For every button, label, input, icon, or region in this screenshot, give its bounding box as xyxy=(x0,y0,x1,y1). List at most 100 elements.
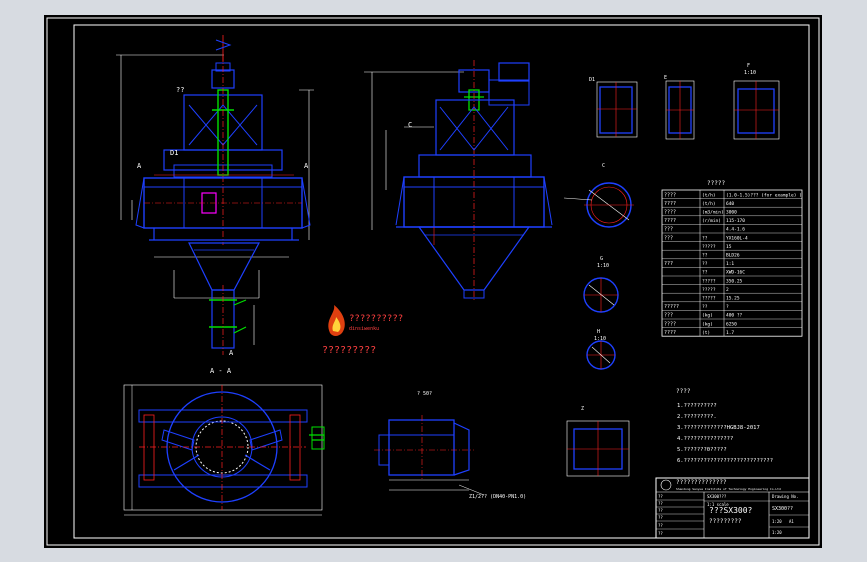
drawing-subtitle: ????????? xyxy=(709,518,742,525)
title-cell-5: A1 xyxy=(789,519,794,524)
spec-row-value: 640 xyxy=(726,201,734,207)
spec-row-unit: (t/h) xyxy=(702,201,716,207)
note-item: 4.??????????????? xyxy=(677,436,733,442)
spec-row-unit: (r/min) xyxy=(702,218,721,224)
spec-row-unit: ?? xyxy=(702,253,708,259)
spec-row-unit: (kg) xyxy=(702,321,713,327)
section-a-a-title: A - A xyxy=(210,367,232,375)
section-mark-a-left: A xyxy=(137,162,142,170)
title-row-label-5: ?? xyxy=(658,523,663,528)
title-cell-4: 1:20 xyxy=(772,519,782,524)
spec-row-name: ??? xyxy=(664,227,673,233)
spec-row-value: 1:1 xyxy=(726,261,734,267)
spec-row-value: YX160L-4 xyxy=(726,235,748,241)
spec-row-unit: (m3/min) xyxy=(702,210,724,216)
title-row-label-1: ?? xyxy=(658,494,663,499)
spec-row-unit: ????? xyxy=(702,278,716,284)
spec-row-value: 115-170 xyxy=(726,218,745,224)
side-view: C xyxy=(364,60,553,300)
company-name: ?????????????? xyxy=(676,479,727,486)
front-view-label: ?? xyxy=(176,86,184,94)
title-block: ?????????????? Shandong Sanyue Institute… xyxy=(655,477,810,539)
title-row-label-4: ?? xyxy=(658,515,663,520)
detail-g-scale: 1:10 xyxy=(597,263,609,269)
detail-h-title: H xyxy=(597,329,600,335)
spec-row-value: 1.7 xyxy=(726,330,734,336)
detail-c-title: C xyxy=(602,163,605,169)
spec-row-unit: (t) xyxy=(702,330,710,336)
note-item: 2.?????????. xyxy=(677,414,717,420)
spec-row-value: 400 ?? xyxy=(726,313,743,319)
spec-row-name: ??? xyxy=(664,235,673,241)
section-a-a-view: A - A xyxy=(123,367,325,516)
drawing-name: ???SX300? xyxy=(709,506,753,515)
detail-d1-title: D1 xyxy=(589,77,595,83)
spec-row-name: ???? xyxy=(664,218,676,224)
spec-row-unit: ?? xyxy=(702,235,708,241)
spec-row-name: ???? xyxy=(664,192,676,198)
nozzle-note: Z1/2?? (DN40-PN1.0) xyxy=(469,494,526,500)
spec-row-unit: ?? xyxy=(702,270,708,276)
spec-row-name: ???? xyxy=(664,330,676,336)
title-row-label-6: ?? xyxy=(658,531,663,536)
box-note: ? 50? xyxy=(417,391,432,397)
spec-row-name: ???? xyxy=(664,321,676,327)
spec-row-name: ??? xyxy=(664,261,673,267)
spec-row-value: 6250 xyxy=(726,321,737,327)
title-cell-6: 1:20 xyxy=(772,530,782,535)
spec-row-value: XWD-16C xyxy=(726,270,745,276)
company-logo-icon xyxy=(660,479,672,491)
detail-e-title: E xyxy=(664,75,667,81)
title-cell-1: SX300??? xyxy=(707,494,727,499)
front-view: ?? D1 A A A xyxy=(116,35,314,357)
spec-row-value: 15 xyxy=(726,244,732,250)
spec-row-unit: ?? xyxy=(702,304,708,310)
spec-row-name: ???? xyxy=(664,210,676,216)
outlet-box-detail: ? 50? Z1/2?? (DN40-PN1.0) xyxy=(374,391,526,500)
spec-row-value: 2 xyxy=(726,287,729,293)
spec-row-unit: ????? xyxy=(702,244,716,250)
spec-row-value: 15.25 xyxy=(726,296,740,302)
spec-row-value: BLD26 xyxy=(726,253,740,259)
detail-f-title: F xyxy=(747,63,750,69)
spec-row-value: (1.0-1.5)??? (for example) ) xyxy=(726,192,802,198)
spec-row-unit: (t/h) xyxy=(702,192,716,198)
section-mark-a-right: A xyxy=(304,162,309,170)
spec-row-unit: ????? xyxy=(702,287,716,293)
spec-row-name: ??? xyxy=(664,313,673,319)
notes-title: ???? xyxy=(676,388,691,395)
title-cell-3: 1:1 scale xyxy=(707,502,729,507)
logo-caption: ????????? xyxy=(322,345,376,356)
spec-row-value: 4.4-1.6 xyxy=(726,227,745,233)
spec-row-value: ? xyxy=(726,304,729,310)
note-item: 3.?????????????HGBJ8-2017 xyxy=(677,425,760,431)
logo-subtext: dinsiwenku xyxy=(349,326,379,332)
title-row-label-3: ?? xyxy=(658,508,663,513)
drawing-code: SX300?? xyxy=(772,506,793,512)
section-mark-a-bottom: A xyxy=(229,349,234,357)
logo-text: ?????????? xyxy=(349,314,403,324)
spec-row-unit: (kg) xyxy=(702,313,713,319)
cad-drawing: ?? D1 A A A C A - A ? 50? Z1/2?? (DN40-P… xyxy=(46,17,820,546)
front-view-d1-label: D1 xyxy=(170,149,178,157)
spec-table: ????? ???? (t/h) (1.0-1.5)??? (for example… xyxy=(661,180,803,337)
spec-row-unit: ????? xyxy=(702,296,716,302)
detail-f-scale: 1:10 xyxy=(744,70,756,76)
drawing-sheet: ?? D1 A A A C A - A ? 50? Z1/2?? (DN40-P… xyxy=(44,15,822,548)
company-name-en: Shandong Sanyue Institute of Technology … xyxy=(676,487,781,491)
detail-bottom-title: Z xyxy=(581,406,584,412)
note-item: 6.??????????????????????????? xyxy=(677,458,773,464)
note-item: 5.???????0????? xyxy=(677,447,727,453)
spec-row-value: 350.25 xyxy=(726,278,743,284)
spec-row-name: ????? xyxy=(664,304,679,310)
logo: ?????????? dinsiwenku ????????? xyxy=(322,305,403,356)
technical-notes: ???? 1.?????????? 2.?????????. 3.?????????… xyxy=(676,388,773,464)
title-cell-2: Drawing No. xyxy=(772,494,799,499)
detail-views: D1 E F 1:10 C G 1:10 H 1:10 Z xyxy=(563,63,780,477)
spec-table-title: ????? xyxy=(707,180,725,187)
spec-row-name: ???? xyxy=(664,201,676,207)
spec-row-value: 3000 xyxy=(726,210,737,216)
side-view-c-label: C xyxy=(408,121,412,129)
detail-g-title: G xyxy=(600,256,603,262)
note-item: 1.?????????? xyxy=(677,403,717,409)
